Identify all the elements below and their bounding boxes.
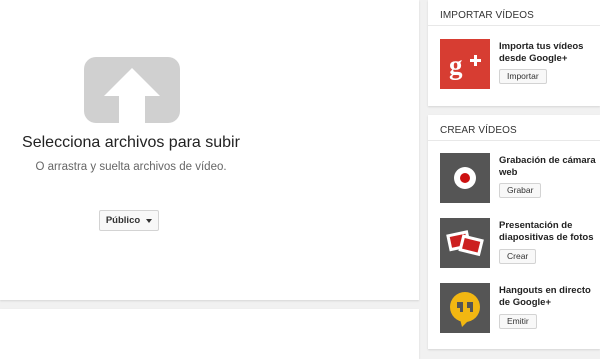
google-plus-icon: g	[440, 39, 490, 89]
privacy-label: Público	[105, 215, 141, 226]
svg-text:g: g	[449, 50, 463, 80]
create-section-title: CREAR VÍDEOS	[440, 125, 517, 136]
create-button[interactable]: Crear	[499, 249, 537, 264]
slideshow-item: Presentación de diapositivas de fotos Cr…	[440, 218, 600, 272]
hangouts-icon	[440, 283, 490, 333]
privacy-dropdown[interactable]: Público	[99, 210, 159, 231]
upload-arrow-icon[interactable]	[84, 57, 180, 123]
import-button[interactable]: Importar	[499, 69, 547, 84]
import-google-plus-item: g Importa tus vídeos desde Google+ Impor…	[440, 39, 600, 93]
item-title: Importa tus vídeos desde Google+	[499, 41, 584, 64]
create-videos-panel: CREAR VÍDEOS Grabación de cámara web Gra…	[428, 115, 600, 349]
broadcast-button[interactable]: Emitir	[499, 314, 537, 329]
section-divider	[428, 140, 600, 141]
photo-slideshow-icon	[440, 218, 490, 268]
item-title: Grabación de cámara web	[499, 155, 596, 178]
import-section-title: IMPORTAR VÍDEOS	[440, 10, 534, 21]
upload-panel[interactable]: Selecciona archivos para subir O arrastr…	[0, 0, 419, 300]
upload-subtitle: O arrastra y suelta archivos de vídeo.	[35, 161, 227, 173]
record-button[interactable]: Grabar	[499, 183, 542, 198]
item-title: Hangouts en directo de Google+	[499, 285, 591, 308]
webcam-record-icon	[440, 153, 490, 203]
import-videos-panel: IMPORTAR VÍDEOS g Importa tus vídeos des…	[428, 0, 600, 106]
item-title: Presentación de diapositivas de fotos	[499, 220, 594, 243]
chevron-down-icon	[146, 218, 153, 223]
upload-title: Selecciona archivos para subir	[22, 134, 240, 151]
webcam-item: Grabación de cámara web Grabar	[440, 153, 600, 207]
hangouts-item: Hangouts en directo de Google+ Emitir	[440, 283, 600, 337]
section-divider	[428, 25, 600, 26]
secondary-panel	[0, 309, 419, 359]
